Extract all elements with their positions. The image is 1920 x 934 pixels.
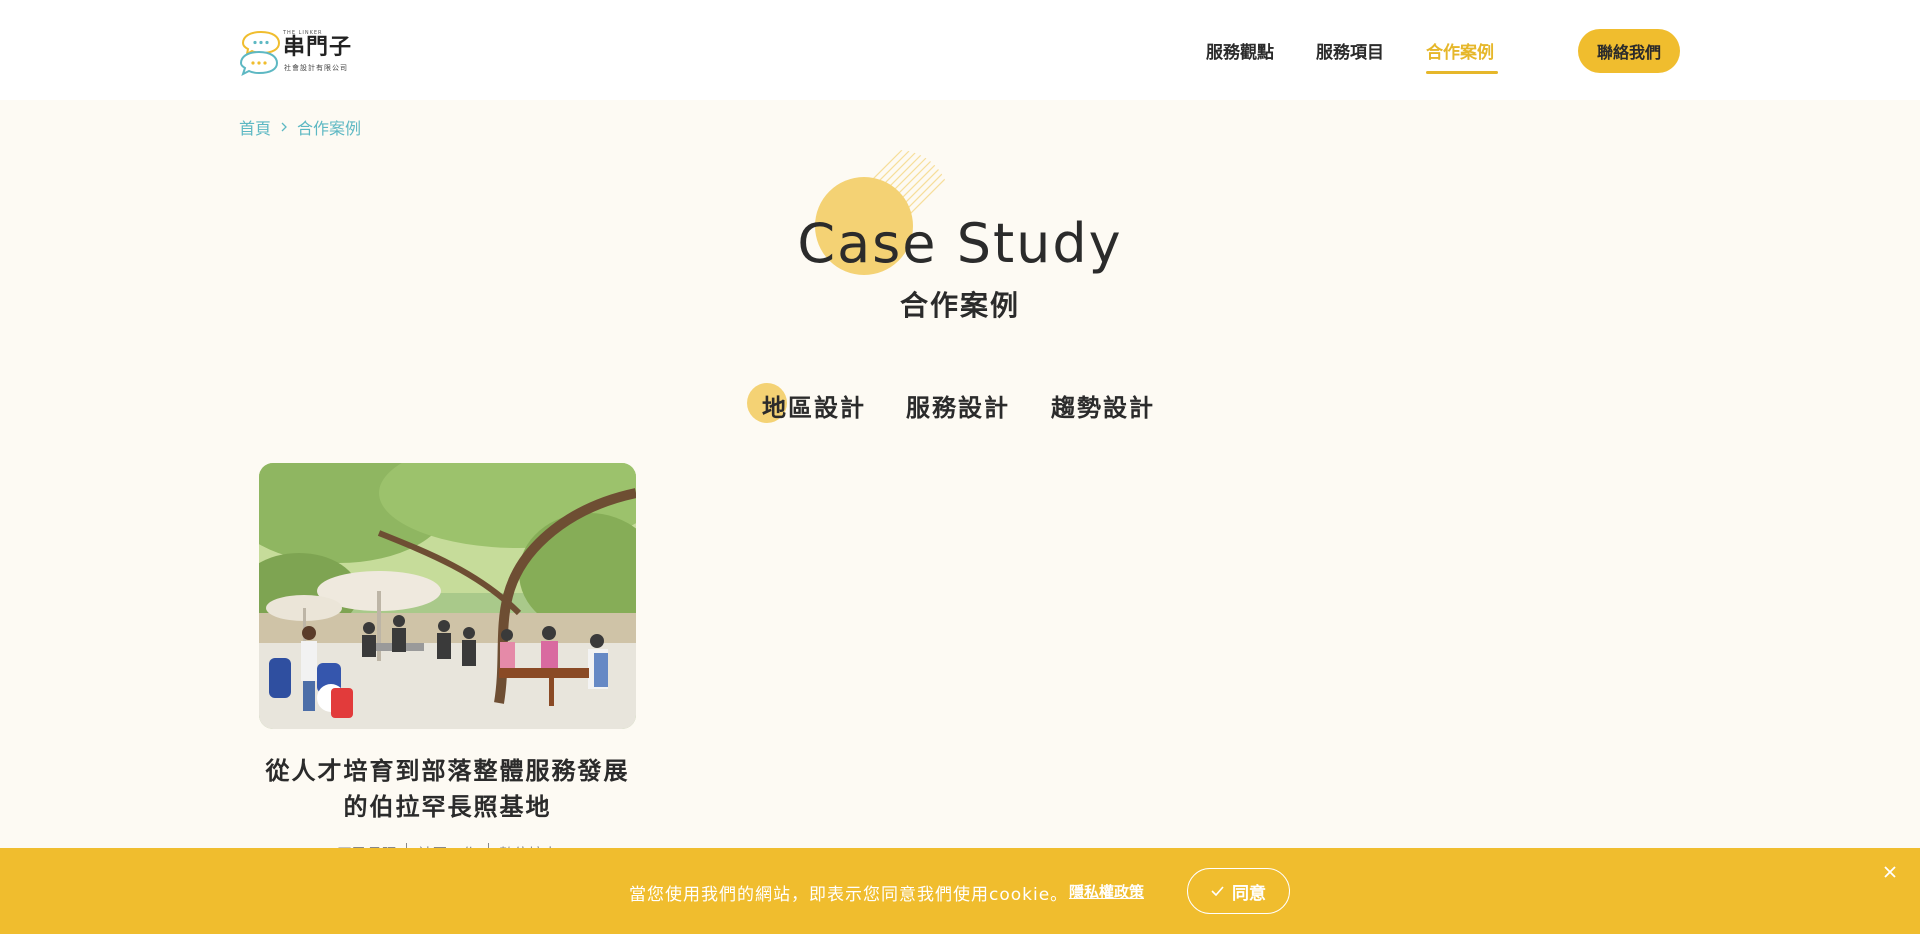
case-card-photo	[259, 463, 636, 729]
nav-active-underline	[1426, 71, 1498, 74]
cookie-message: 當您使用我們的網站，即表示您同意我們使用cookie。	[629, 885, 1069, 905]
case-card-title-line1: 從人才培育到部落整體服務發展	[265, 757, 630, 785]
case-card-title: 從人才培育到部落整體服務發展 的伯拉罕長照基地	[259, 753, 636, 825]
tab-trend-design[interactable]: 趨勢設計	[1051, 388, 1155, 423]
close-icon[interactable]	[1880, 862, 1900, 882]
breadcrumb-current: 合作案例	[297, 119, 362, 138]
breadcrumb: 首頁 合作案例	[239, 116, 361, 138]
check-icon	[1211, 886, 1224, 896]
page-title: Case Study	[797, 212, 1123, 275]
privacy-policy-link[interactable]: 隱私權政策	[1069, 881, 1144, 902]
page-subtitle: 合作案例	[899, 289, 1020, 322]
cookie-agree-button[interactable]: 同意	[1187, 868, 1290, 914]
logo[interactable]: THE LINKER 串門子 社會設計有限公司	[239, 26, 361, 78]
chat-bubbles-icon	[239, 30, 281, 76]
tab-service-design[interactable]: 服務設計	[906, 388, 1010, 423]
cookie-agree-label: 同意	[1232, 883, 1266, 904]
breadcrumb-home-link[interactable]: 首頁	[239, 115, 271, 139]
site-header: THE LINKER 串門子 社會設計有限公司 服務觀點 服務項目 合作案例 聯…	[0, 0, 1920, 100]
nav-item-services[interactable]: 服務項目	[1316, 38, 1384, 63]
logo-subtitle: 社會設計有限公司	[284, 64, 348, 72]
case-card-title-line2: 的伯拉罕長照基地	[343, 793, 552, 821]
case-card[interactable]: 從人才培育到部落整體服務發展 的伯拉罕長照基地 原民長照 社區工作 數位培力	[259, 463, 636, 883]
logo-name: 串門子	[283, 35, 353, 60]
tab-regional-design[interactable]: 地區設計	[762, 388, 866, 423]
nav-item-case-study[interactable]: 合作案例	[1426, 38, 1494, 63]
contact-button[interactable]: 聯絡我們	[1578, 29, 1680, 73]
nav-item-viewpoint[interactable]: 服務觀點	[1206, 38, 1274, 63]
chevron-right-icon	[279, 121, 289, 133]
